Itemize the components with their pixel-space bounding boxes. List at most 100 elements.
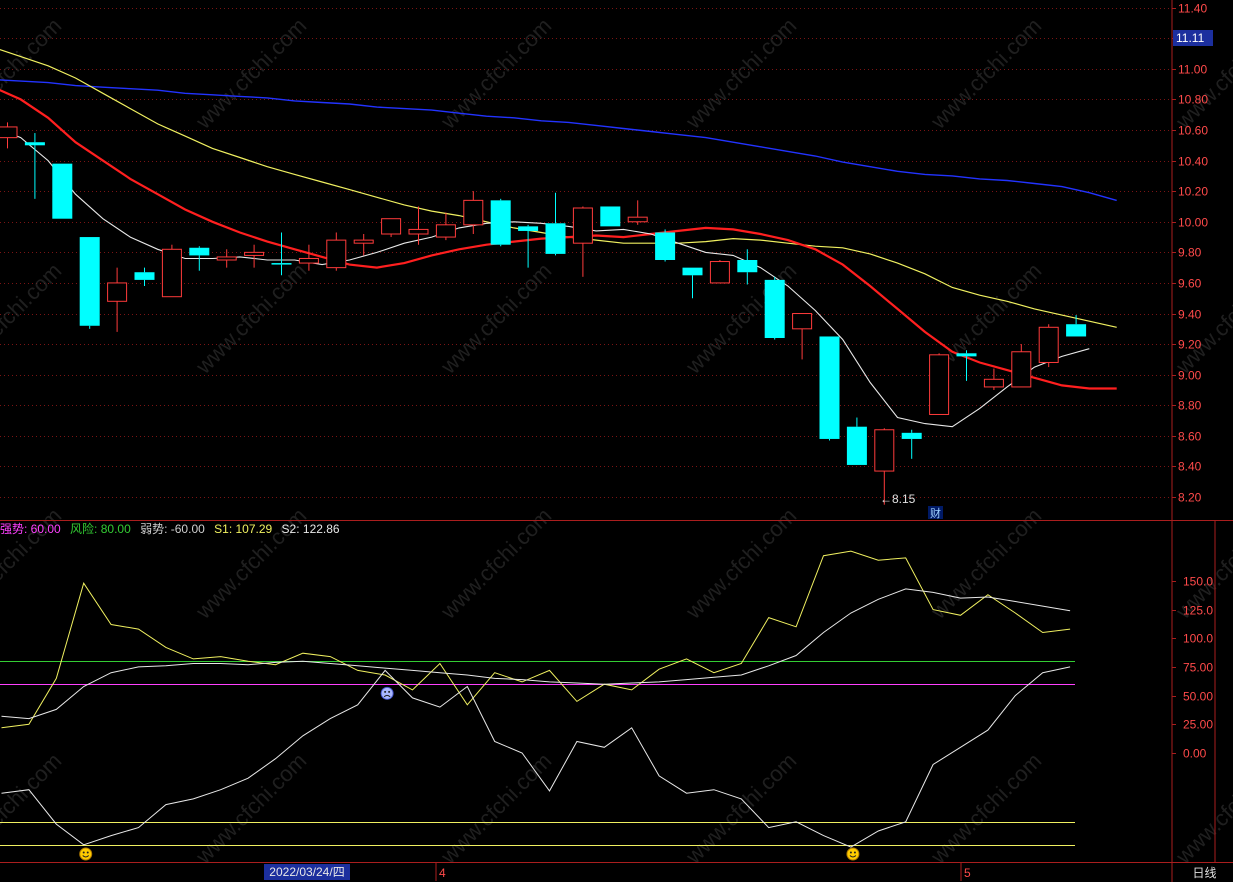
indicator-tick-label: 0.00	[1183, 747, 1207, 761]
month-mark-may: 5	[964, 866, 971, 880]
candle[interactable]	[381, 218, 402, 238]
candle-body-up	[1011, 351, 1032, 388]
watermark-text: www.cfchi.com	[190, 13, 311, 134]
low-price-annotation: ←8.15	[880, 492, 916, 506]
icon-eye	[388, 690, 391, 693]
candle[interactable]	[244, 244, 265, 268]
candle[interactable]	[134, 267, 155, 286]
candle[interactable]	[846, 417, 867, 465]
candle-body-up	[244, 251, 265, 256]
candle[interactable]	[161, 244, 182, 298]
candle-body-up	[1038, 326, 1059, 363]
candle-body-down	[764, 279, 785, 338]
indicator-tick-label: 50.00	[1183, 690, 1213, 704]
icon-face	[380, 686, 394, 700]
legend-strong: 强势: 60.00	[0, 522, 61, 536]
candle-body-down	[1066, 324, 1087, 337]
watermark-text: www.cfchi.com	[1170, 748, 1233, 869]
candle-body-up	[326, 239, 347, 269]
candle-body-up	[107, 282, 128, 302]
icon-face	[846, 847, 860, 861]
candle-layer[interactable]	[0, 122, 1087, 505]
icon-eye	[82, 851, 85, 854]
candle[interactable]	[600, 206, 621, 227]
axis-tick-label: 8.80	[1178, 399, 1202, 413]
icon-eye	[86, 851, 89, 854]
icon-eye	[853, 851, 856, 854]
candle[interactable]	[326, 232, 347, 271]
candle[interactable]	[627, 200, 648, 225]
candle[interactable]	[901, 429, 922, 459]
candle-body-down	[189, 247, 210, 256]
candle[interactable]	[24, 133, 45, 199]
candle-body-up	[381, 218, 402, 235]
smile-icon	[846, 847, 860, 861]
candle[interactable]	[929, 353, 950, 415]
candle[interactable]	[79, 237, 100, 329]
watermark-text: www.cfchi.com	[0, 13, 66, 134]
candle-body-up	[709, 261, 730, 284]
candle-body-up	[216, 256, 237, 261]
candle-body-up	[874, 429, 895, 472]
candle[interactable]	[1011, 344, 1032, 388]
candle[interactable]	[764, 276, 785, 340]
period-label[interactable]: 日线	[1176, 864, 1233, 882]
candle-body-down	[52, 163, 73, 219]
month-mark-apr: 4	[439, 866, 446, 880]
watermark-text: www.cfchi.com	[925, 13, 1046, 134]
candle[interactable]	[0, 122, 18, 149]
candle[interactable]	[353, 234, 374, 256]
candle[interactable]	[983, 368, 1004, 390]
axis-tick-label: 11.40	[1178, 2, 1207, 16]
candle[interactable]	[463, 191, 484, 234]
stock-chart[interactable]: www.cfchi.com www.cfchi.com www.cfchi.com w…	[0, 0, 1233, 882]
candle-body-down	[271, 263, 292, 265]
candle-body-down	[682, 267, 703, 276]
candle[interactable]	[435, 212, 456, 241]
icon-eye	[384, 690, 387, 693]
candle-body-up	[161, 248, 182, 298]
icon-face	[79, 847, 93, 861]
candle[interactable]	[792, 313, 813, 360]
candle-body-down	[956, 353, 977, 357]
sad-icon	[380, 686, 394, 700]
candle-body-down	[79, 237, 100, 326]
indicator-tick-label: 25.00	[1183, 718, 1213, 732]
axis-tick-label: 11.00	[1178, 63, 1207, 77]
legend-s1: S1: 107.29	[214, 522, 273, 536]
candle[interactable]	[737, 249, 758, 285]
candle[interactable]	[819, 336, 840, 441]
legend-s2: S2: 122.86	[281, 522, 340, 536]
candle[interactable]	[545, 192, 566, 256]
candle[interactable]	[490, 198, 511, 247]
candle-body-up	[792, 313, 813, 330]
indicator-legend: 强势: 60.00 风险: 80.00 弱势: -60.00 S1: 107.2…	[0, 521, 346, 537]
watermark-text: www.cfchi.com	[680, 503, 801, 624]
candle-body-up	[983, 378, 1004, 388]
candle[interactable]	[107, 267, 128, 332]
candle[interactable]	[572, 206, 593, 277]
candle[interactable]	[682, 267, 703, 299]
icon-eye	[849, 851, 852, 854]
candle[interactable]	[1038, 324, 1059, 368]
candle-body-up	[627, 216, 648, 223]
axis-tick-label: 9.00	[1178, 369, 1202, 383]
candle[interactable]	[52, 163, 73, 219]
indicator-tick-label: 150.0	[1183, 575, 1213, 589]
axis-tick-label: 10.60	[1178, 124, 1208, 138]
candle[interactable]	[1066, 315, 1087, 337]
indicator-tick-label: 125.0	[1183, 604, 1213, 618]
candle[interactable]	[655, 229, 676, 262]
watermark-text: www.cfchi.com	[0, 258, 66, 379]
indicator-tick-label: 100.0	[1183, 632, 1213, 646]
candle-body-up	[298, 257, 319, 264]
indicator-layer	[0, 550, 1075, 861]
watermark-text: www.cfchi.com	[925, 503, 1046, 624]
candle[interactable]	[956, 350, 977, 381]
finance-marker[interactable]: 财	[930, 506, 941, 520]
watermark-text: www.cfchi.com	[435, 748, 556, 869]
candle-body-up	[463, 199, 484, 226]
current-price-label: 11.11	[1173, 30, 1213, 46]
candle-body-down	[737, 260, 758, 273]
candle[interactable]	[709, 260, 730, 284]
